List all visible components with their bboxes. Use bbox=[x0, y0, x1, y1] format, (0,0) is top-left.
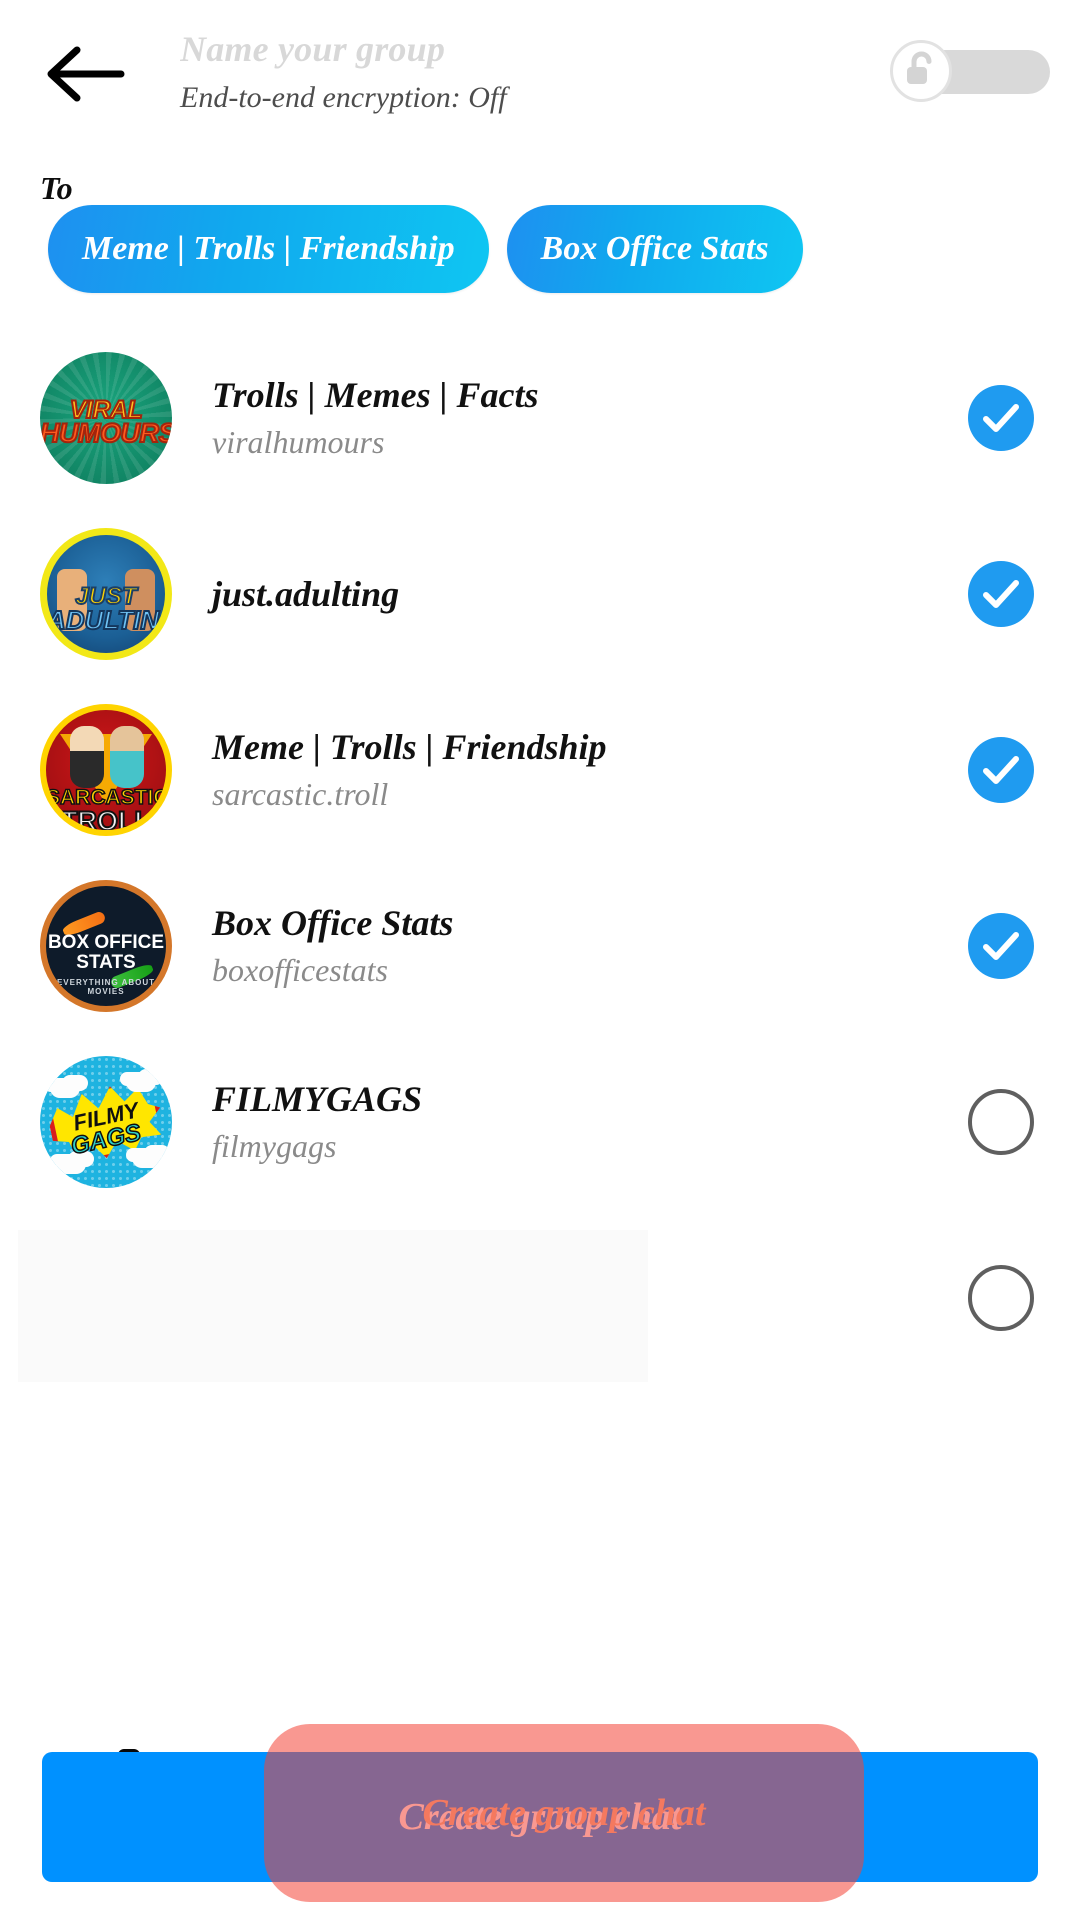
avatar-text-line2: STATS bbox=[76, 952, 136, 973]
toggle-knob bbox=[890, 40, 952, 102]
contact-username: boxofficestats bbox=[212, 952, 388, 988]
contact-username: sarcastic.troll bbox=[212, 776, 389, 812]
avatar-person-left bbox=[70, 726, 104, 788]
recipient-chip[interactable]: Box Office Stats bbox=[506, 205, 803, 293]
avatar-cloud bbox=[132, 1148, 162, 1168]
recipient-chip[interactable]: Meme | Trolls | Friendship bbox=[48, 205, 489, 293]
footer-bar: Create group chat Create group chat bbox=[0, 1724, 1080, 1920]
check-icon bbox=[983, 932, 1019, 960]
check-icon bbox=[983, 756, 1019, 784]
arrow-left-icon bbox=[43, 45, 125, 103]
header-bar: End-to-end encryption: Off bbox=[0, 0, 1080, 140]
contact-username: filmygags bbox=[212, 1128, 337, 1164]
contact-name: Box Office Stats bbox=[212, 903, 454, 943]
selection-checkbox-checked[interactable] bbox=[968, 737, 1034, 803]
unlocked-padlock-icon bbox=[904, 50, 938, 93]
encryption-toggle[interactable] bbox=[890, 40, 1050, 102]
title-block: End-to-end encryption: Off bbox=[180, 26, 800, 118]
contact-row[interactable]: SARCASTIC TROLL Meme | Trolls | Friendsh… bbox=[0, 682, 1080, 858]
avatar: SARCASTIC TROLL bbox=[40, 704, 172, 836]
contact-text: Box Office Stats boxofficestats bbox=[212, 901, 968, 991]
avatar-text-line2: HUMOURS bbox=[40, 417, 172, 449]
encryption-status-label: End-to-end encryption: Off bbox=[180, 81, 507, 114]
contact-name: FILMYGAGS bbox=[212, 1079, 423, 1119]
avatar: JUST ADULTING bbox=[40, 528, 172, 660]
check-icon bbox=[983, 404, 1019, 432]
group-name-input[interactable] bbox=[180, 26, 800, 72]
create-group-chat-screen: End-to-end encryption: Off To Meme | Tro… bbox=[0, 0, 1080, 1920]
avatar: VIRAL HUMOURS bbox=[40, 352, 172, 484]
selection-checkbox-checked[interactable] bbox=[968, 561, 1034, 627]
to-label: To bbox=[40, 170, 73, 206]
avatar-cloud bbox=[126, 1072, 156, 1092]
contact-text: just.adulting bbox=[212, 572, 968, 616]
avatar-cloud bbox=[50, 1078, 80, 1098]
avatar-placeholder bbox=[40, 1232, 172, 1364]
selection-checkbox-unchecked[interactable] bbox=[968, 1089, 1034, 1155]
avatar-person-right bbox=[110, 726, 144, 788]
contact-text: FILMYGAGS filmygags bbox=[212, 1077, 968, 1167]
contact-username: viralhumours bbox=[212, 424, 385, 460]
create-group-chat-button[interactable]: Create group chat bbox=[42, 1752, 1038, 1882]
contact-row[interactable]: FILMY GAGS FILMYGAGS filmygags bbox=[0, 1034, 1080, 1210]
avatar: FILMY GAGS bbox=[40, 1056, 172, 1188]
back-button[interactable] bbox=[36, 38, 132, 110]
avatar-text-line2: TROLL bbox=[60, 805, 152, 836]
selection-checkbox-unchecked[interactable] bbox=[968, 1265, 1034, 1331]
check-icon bbox=[983, 580, 1019, 608]
contact-row-placeholder[interactable] bbox=[0, 1210, 1080, 1386]
contact-list: VIRAL HUMOURS Trolls | Memes | Facts vir… bbox=[0, 330, 1080, 1386]
avatar-text-line2: ADULTING bbox=[47, 604, 172, 636]
contact-row[interactable]: BOX OFFICE STATS EVERYTHING ABOUT MOVIES… bbox=[0, 858, 1080, 1034]
selection-checkbox-checked[interactable] bbox=[968, 385, 1034, 451]
selection-checkbox-checked[interactable] bbox=[968, 913, 1034, 979]
avatar: BOX OFFICE STATS EVERYTHING ABOUT MOVIES bbox=[40, 880, 172, 1012]
avatar-text-line1: BOX OFFICE bbox=[47, 932, 165, 953]
contact-row[interactable]: VIRAL HUMOURS Trolls | Memes | Facts vir… bbox=[0, 330, 1080, 506]
avatar-text-line3: EVERYTHING ABOUT MOVIES bbox=[56, 978, 156, 996]
contact-name: Meme | Trolls | Friendship bbox=[212, 727, 607, 767]
recipient-chip-list: Meme | Trolls | Friendship Box Office St… bbox=[48, 205, 1058, 293]
contact-name: Trolls | Memes | Facts bbox=[212, 375, 539, 415]
contact-row[interactable]: JUST ADULTING just.adulting bbox=[0, 506, 1080, 682]
contact-name: just.adulting bbox=[212, 574, 400, 614]
contact-text: Trolls | Memes | Facts viralhumours bbox=[212, 373, 968, 463]
contact-text: Meme | Trolls | Friendship sarcastic.tro… bbox=[212, 725, 968, 815]
